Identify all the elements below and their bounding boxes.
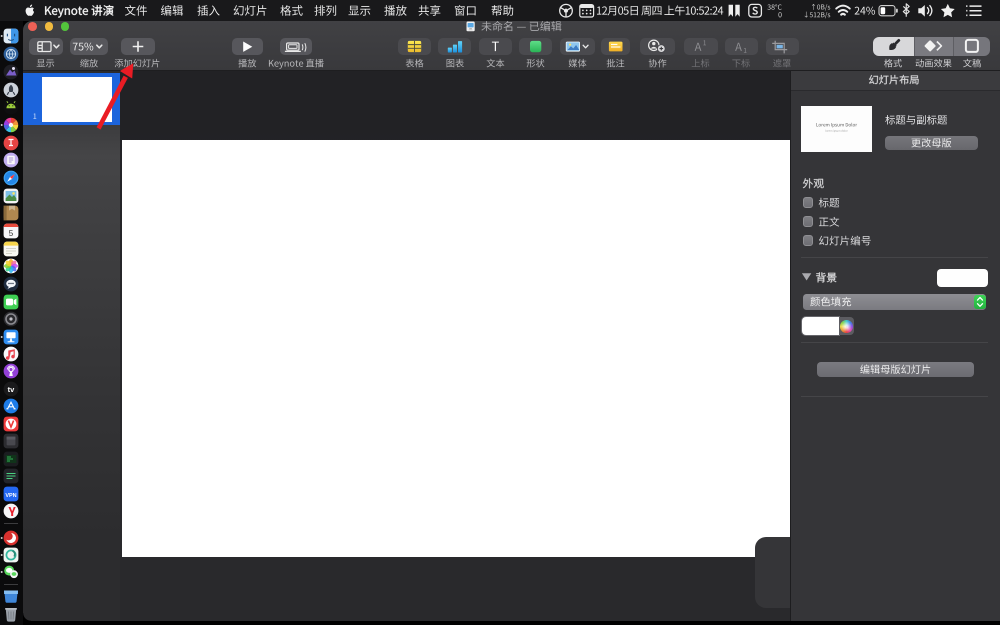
svg-text:VPN: VPN (5, 493, 16, 499)
svg-text:5: 5 (9, 229, 14, 238)
svg-text:tv: tv (8, 385, 15, 394)
